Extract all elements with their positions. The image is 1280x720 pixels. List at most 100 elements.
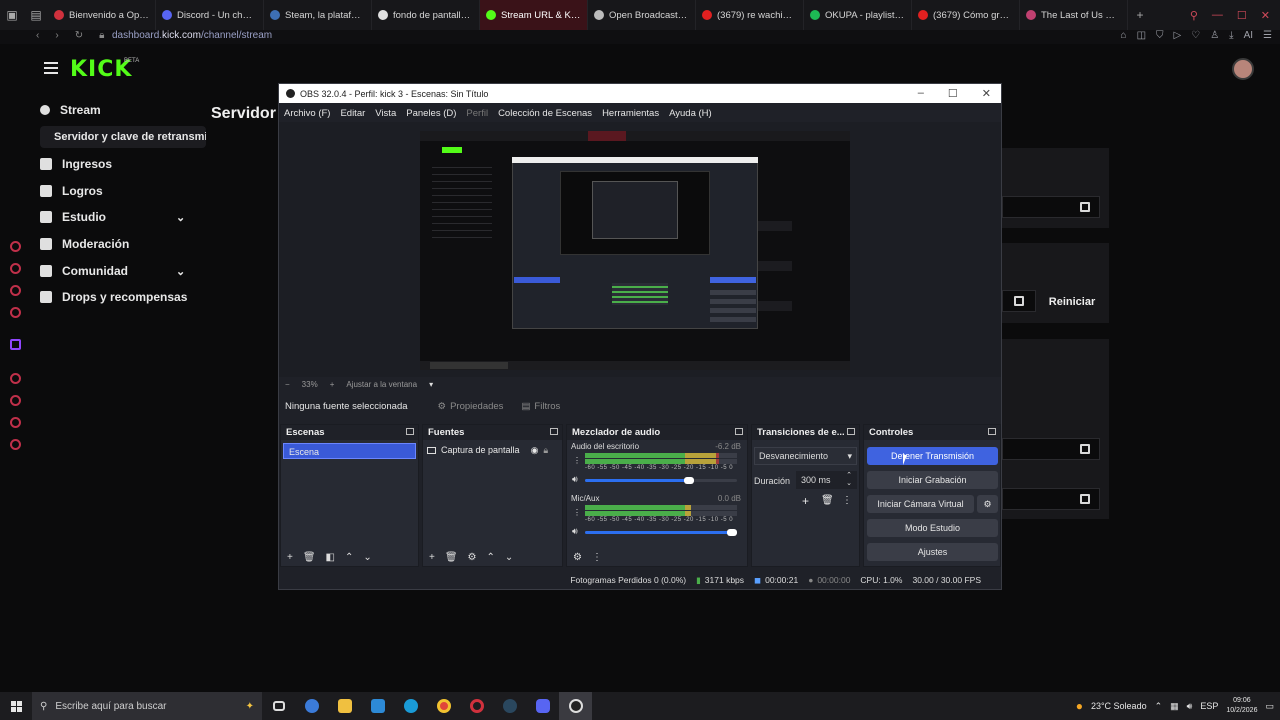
snapshot-icon[interactable]: ◫ <box>1137 30 1146 41</box>
browser-tab[interactable]: OKUPA - playlist by K <box>804 0 912 30</box>
move-down-icon[interactable]: ⌄ <box>363 552 371 563</box>
forward-icon[interactable]: › <box>55 30 58 41</box>
gear-icon[interactable]: ⚙ <box>468 552 477 563</box>
browser-tab[interactable]: Discord - Un chat de <box>156 0 264 30</box>
nav-item-income[interactable]: Ingresos <box>40 153 112 175</box>
menu-dots-icon[interactable]: ⋮ <box>573 508 581 517</box>
move-down-icon[interactable]: ⌄ <box>505 552 513 563</box>
nav-item-studio[interactable]: Estudio ⌄ <box>40 206 200 228</box>
file-explorer-icon[interactable] <box>328 692 361 720</box>
source-item[interactable]: Captura de pantalla ◉ 🔒︎ <box>427 443 558 457</box>
copilot-icon[interactable] <box>295 692 328 720</box>
eye-icon[interactable]: ◉ <box>531 445 539 456</box>
sidebar-icon-9[interactable] <box>10 439 21 450</box>
menu-help[interactable]: Ayuda (H) <box>669 108 712 119</box>
undock-icon[interactable] <box>735 428 743 435</box>
sidebar-icon-7[interactable] <box>10 395 21 406</box>
properties-button[interactable]: ⚙ Propiedades <box>438 401 504 412</box>
menu-tools[interactable]: Herramientas <box>602 108 659 119</box>
preview-canvas[interactable] <box>420 131 850 370</box>
edge-icon[interactable] <box>394 692 427 720</box>
menu-edit[interactable]: Editar <box>340 108 365 119</box>
speaker-icon[interactable]: 🔊︎ <box>572 526 578 537</box>
reset-key-button[interactable]: Reiniciar <box>1042 292 1102 312</box>
minimize-icon[interactable]: — <box>1212 9 1223 22</box>
volume-knob[interactable] <box>684 477 695 484</box>
browser-tab[interactable]: Steam, la plataforma <box>264 0 372 30</box>
notification-icon[interactable]: ▭ <box>1265 701 1274 712</box>
hamburger-menu-icon[interactable] <box>44 62 58 74</box>
store-icon[interactable] <box>361 692 394 720</box>
duration-spinner[interactable]: 300 ms ⌃ ⌄ <box>796 471 857 489</box>
sidebar-icon-2[interactable] <box>10 263 21 274</box>
chrome-icon[interactable] <box>427 692 460 720</box>
speaker-icon[interactable]: 🔊︎ <box>572 474 578 485</box>
volume-icon[interactable]: 🔊︎ <box>1187 701 1193 712</box>
filters-button[interactable]: ▤ Filtros <box>521 401 560 412</box>
discord-icon[interactable] <box>526 692 559 720</box>
sidebar-icon-3[interactable] <box>10 285 21 296</box>
minimize-icon[interactable]: – <box>918 87 924 100</box>
ai-label[interactable]: AI <box>1244 30 1253 41</box>
menu-scene-collection[interactable]: Colección de Escenas <box>498 108 592 119</box>
undock-icon[interactable] <box>847 428 855 435</box>
trash-icon[interactable]: 🗑︎ <box>445 552 458 563</box>
shield-icon[interactable]: ⛉ <box>1156 30 1164 41</box>
undock-icon[interactable] <box>406 428 414 435</box>
twitch-icon[interactable] <box>10 339 21 350</box>
start-virtual-camera-button[interactable]: Iniciar Cámara Virtual <box>867 495 974 513</box>
menu-dots-icon[interactable]: ⋮ <box>592 552 602 563</box>
move-up-icon[interactable]: ⌃ <box>487 552 495 563</box>
stop-streaming-button[interactable]: Detener Transmisión <box>867 447 998 465</box>
browser-tab[interactable]: Bienvenido a Opera C <box>48 0 156 30</box>
copy-icon[interactable] <box>1080 444 1090 454</box>
obs-icon[interactable] <box>559 692 592 720</box>
pin-icon[interactable]: ⌂ <box>1121 30 1127 41</box>
menu-docks[interactable]: Paneles (D) <box>406 108 456 119</box>
language-indicator[interactable]: ESP <box>1200 701 1218 711</box>
undock-icon[interactable] <box>988 428 996 435</box>
undock-icon[interactable] <box>550 428 558 435</box>
task-view-icon[interactable] <box>262 692 295 720</box>
menu-profile[interactable]: Perfil <box>466 108 488 119</box>
menu-view[interactable]: Vista <box>375 108 396 119</box>
add-icon[interactable]: + <box>802 494 809 508</box>
url-field[interactable]: dashboard.kick.com/channel/stream <box>112 30 272 41</box>
volume-knob[interactable] <box>727 529 737 536</box>
add-icon[interactable]: + <box>287 552 293 563</box>
browser-tab[interactable]: fondo de pantalla ep <box>372 0 480 30</box>
search-tabs-icon[interactable]: ⚲ <box>1190 9 1198 22</box>
menu-dots-icon[interactable]: ⋮ <box>573 456 581 465</box>
start-recording-button[interactable]: Iniciar Grabación <box>867 471 998 489</box>
nav-item-achievements[interactable]: Logros <box>40 180 103 202</box>
browser-tab[interactable]: (3679) re wachin - Yo <box>696 0 804 30</box>
start-button[interactable] <box>0 692 32 720</box>
studio-mode-button[interactable]: Modo Estudio <box>867 519 998 537</box>
play-icon[interactable]: ▷ <box>1174 30 1182 41</box>
copy-icon[interactable] <box>1014 296 1024 306</box>
scene-item[interactable]: Escena <box>283 443 416 459</box>
trash-icon[interactable]: 🗑︎ <box>303 552 316 563</box>
taskbar-search[interactable]: ⚲ Escribe aquí para buscar ✦ <box>32 692 262 720</box>
copy-icon[interactable] <box>1080 494 1090 504</box>
chevron-down-icon[interactable]: ⌄ <box>176 265 185 278</box>
browser-tab[interactable]: Open Broadcaster Sc <box>588 0 696 30</box>
nav-item-stream-key[interactable]: Servidor y clave de retransmisión <box>40 126 206 148</box>
add-icon[interactable]: + <box>429 552 435 563</box>
heart-icon[interactable]: ♡ <box>1191 30 1200 41</box>
clock[interactable]: 09:06 10/2/2026 <box>1226 696 1257 716</box>
spinner-arrows-icon[interactable]: ⌃ ⌄ <box>846 472 852 488</box>
copy-icon[interactable] <box>1080 202 1090 212</box>
opera-icon[interactable] <box>460 692 493 720</box>
menu-file[interactable]: Archivo (F) <box>284 108 330 119</box>
browser-tab[interactable]: The Last of Us ROM <box>1020 0 1128 30</box>
nav-item-community[interactable]: Comunidad ⌄ <box>40 260 200 282</box>
sidebar-icon-4[interactable] <box>10 307 21 318</box>
zoom-in-icon[interactable]: + <box>330 380 335 389</box>
menu-dots-icon[interactable]: ⋮ <box>842 495 852 506</box>
lock-icon[interactable]: 🔒︎ <box>543 445 548 456</box>
browser-tab[interactable]: (3679) Cómo grabar <box>912 0 1020 30</box>
trash-icon[interactable]: 🗑︎ <box>821 495 834 506</box>
zoom-fit-select[interactable]: Ajustar a la ventana <box>346 380 417 389</box>
more-icon[interactable]: ☰ <box>1263 30 1272 41</box>
